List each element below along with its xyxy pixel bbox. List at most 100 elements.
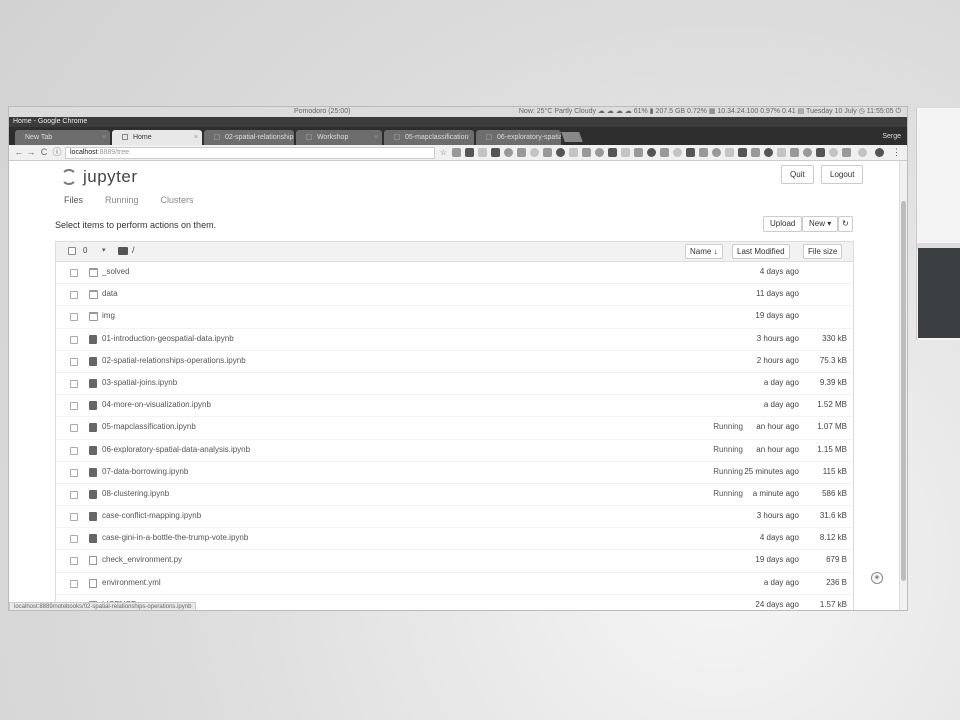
- row-checkbox[interactable]: [70, 557, 78, 566]
- close-tab-icon[interactable]: ×: [553, 130, 557, 145]
- file-name-link[interactable]: 05-mapclassification.ipynb: [102, 422, 196, 431]
- extension-icon[interactable]: [686, 148, 695, 157]
- table-row[interactable]: case-conflict-mapping.ipynb 3 hours ago 31…: [56, 506, 853, 529]
- extension-icon[interactable]: [738, 148, 747, 157]
- extension-icon[interactable]: [842, 148, 851, 157]
- extension-icon[interactable]: [875, 148, 884, 157]
- sort-modified-button[interactable]: Last Modified: [732, 244, 790, 259]
- table-row[interactable]: 01-introduction-geospatial-data.ipynb 3 h…: [56, 329, 853, 351]
- file-name-link[interactable]: environment.yml: [102, 578, 161, 587]
- file-name-link[interactable]: case-conflict-mapping.ipynb: [102, 511, 201, 520]
- extension-icon[interactable]: [725, 148, 734, 157]
- extension-icon[interactable]: [504, 148, 513, 157]
- row-checkbox[interactable]: [70, 379, 78, 388]
- file-name-link[interactable]: _solved: [102, 267, 130, 276]
- table-row[interactable]: 08-clustering.ipynb Running a minute ago 58…: [56, 484, 853, 507]
- quit-button[interactable]: Quit: [781, 165, 814, 184]
- row-checkbox[interactable]: [70, 335, 78, 344]
- weather-indicator[interactable]: Now: 25°C Partly Cloudy: [519, 108, 596, 115]
- extension-icon[interactable]: [582, 148, 591, 157]
- row-checkbox[interactable]: [70, 357, 78, 366]
- back-icon[interactable]: ←: [13, 146, 25, 159]
- chrome-menu-icon[interactable]: ⋮: [892, 148, 901, 157]
- extension-icon[interactable]: [777, 148, 786, 157]
- url-input[interactable]: localhost:8889/tree: [65, 147, 435, 159]
- row-checkbox[interactable]: [70, 579, 78, 588]
- select-all-checkbox[interactable]: [68, 247, 76, 255]
- table-row[interactable]: 07-data-borrowing.ipynb Running 25 minutes…: [56, 462, 853, 484]
- extension-icon[interactable]: [660, 148, 669, 157]
- row-checkbox[interactable]: [70, 313, 78, 322]
- selection-dropdown-icon[interactable]: ▾: [102, 246, 106, 254]
- row-checkbox[interactable]: [70, 291, 78, 300]
- extension-icon[interactable]: [595, 148, 604, 157]
- extension-icon[interactable]: [673, 148, 682, 157]
- breadcrumb-path[interactable]: /: [132, 245, 135, 255]
- pomodoro-indicator[interactable]: Pomodoro (25:00): [294, 107, 350, 117]
- extension-icon[interactable]: [699, 148, 708, 157]
- row-checkbox[interactable]: [70, 468, 78, 477]
- tab-exploratory-spatial[interactable]: 06-exploratory-spatial ×: [476, 130, 561, 145]
- clock-indicator[interactable]: 11:55:05: [867, 108, 894, 115]
- extension-icon[interactable]: [530, 148, 539, 157]
- close-tab-icon[interactable]: ×: [194, 130, 198, 145]
- extension-icon[interactable]: [608, 148, 617, 157]
- tab-workshop[interactable]: Workshop ×: [296, 130, 382, 145]
- file-name-link[interactable]: 08-clustering.ipynb: [102, 489, 169, 498]
- table-row[interactable]: data 11 days ago: [56, 284, 853, 307]
- tab-home[interactable]: Home ×: [112, 130, 202, 145]
- extension-icon[interactable]: [517, 148, 526, 157]
- row-checkbox[interactable]: [70, 402, 78, 411]
- reload-icon[interactable]: C: [38, 146, 50, 159]
- file-name-link[interactable]: 02-spatial-relationships-operations.ipyn…: [102, 356, 246, 365]
- tab-files[interactable]: Files: [64, 195, 83, 205]
- battery-indicator[interactable]: 61%: [634, 108, 648, 115]
- file-name-link[interactable]: 06-exploratory-spatial-data-analysis.ipy…: [102, 445, 250, 454]
- scrollbar-thumb[interactable]: [901, 201, 906, 581]
- sort-name-button[interactable]: Name ↓: [685, 244, 723, 259]
- file-name-link[interactable]: case-gini-in-a-bottle-the-trump-vote.ipy…: [102, 533, 248, 542]
- refresh-icon[interactable]: ↻: [838, 216, 853, 232]
- extension-icon[interactable]: [452, 148, 461, 157]
- extension-icon[interactable]: [712, 148, 721, 157]
- close-tab-icon[interactable]: ×: [374, 130, 378, 145]
- table-row[interactable]: 03-spatial-joins.ipynb a day ago 9.39 kB: [56, 373, 853, 396]
- table-row[interactable]: 02-spatial-relationships-operations.ipyn…: [56, 351, 853, 373]
- site-info-icon[interactable]: ⓘ: [51, 146, 63, 159]
- extension-icon[interactable]: [829, 148, 838, 157]
- table-row[interactable]: 05-mapclassification.ipynb Running an hour…: [56, 417, 853, 440]
- extension-icon[interactable]: [543, 148, 552, 157]
- home-folder-icon[interactable]: [118, 247, 128, 255]
- extension-icon[interactable]: [803, 148, 812, 157]
- table-row[interactable]: check_environment.py 19 days ago 679 B: [56, 550, 853, 573]
- tab-new-tab[interactable]: New Tab ×: [15, 130, 110, 145]
- extension-icon[interactable]: [465, 148, 474, 157]
- settings-corner-icon[interactable]: ◈: [871, 572, 883, 584]
- sort-size-button[interactable]: File size: [803, 244, 843, 259]
- row-checkbox[interactable]: [70, 446, 78, 455]
- file-name-link[interactable]: 01-introduction-geospatial-data.ipynb: [102, 334, 234, 343]
- extension-icon[interactable]: [569, 148, 578, 157]
- new-tab-button[interactable]: [561, 132, 583, 142]
- profile-name[interactable]: Serge: [882, 130, 901, 143]
- table-row[interactable]: 06-exploratory-spatial-data-analysis.ipy…: [56, 440, 853, 462]
- tab-running[interactable]: Running: [105, 195, 139, 205]
- table-row[interactable]: case-gini-in-a-bottle-the-trump-vote.ipy…: [56, 528, 853, 551]
- date-indicator[interactable]: Tuesday 10 July: [806, 108, 857, 115]
- row-checkbox[interactable]: [70, 490, 78, 499]
- extension-icon[interactable]: [751, 148, 760, 157]
- file-name-link[interactable]: 04-more-on-visualization.ipynb: [102, 400, 211, 409]
- extension-icon[interactable]: [790, 148, 799, 157]
- file-name-link[interactable]: data: [102, 289, 118, 298]
- upload-button[interactable]: Upload: [763, 216, 803, 232]
- file-name-link[interactable]: img: [102, 311, 115, 320]
- close-tab-icon[interactable]: ×: [102, 130, 106, 145]
- extension-icon[interactable]: [647, 148, 656, 157]
- extension-icon[interactable]: [556, 148, 565, 157]
- row-checkbox[interactable]: [70, 269, 78, 277]
- power-icon[interactable]: ⏻: [895, 108, 901, 115]
- row-checkbox[interactable]: [70, 424, 78, 433]
- jupyter-logo[interactable]: jupyter: [61, 167, 138, 187]
- file-name-link[interactable]: check_environment.py: [102, 555, 182, 564]
- close-tab-icon[interactable]: ×: [286, 130, 290, 145]
